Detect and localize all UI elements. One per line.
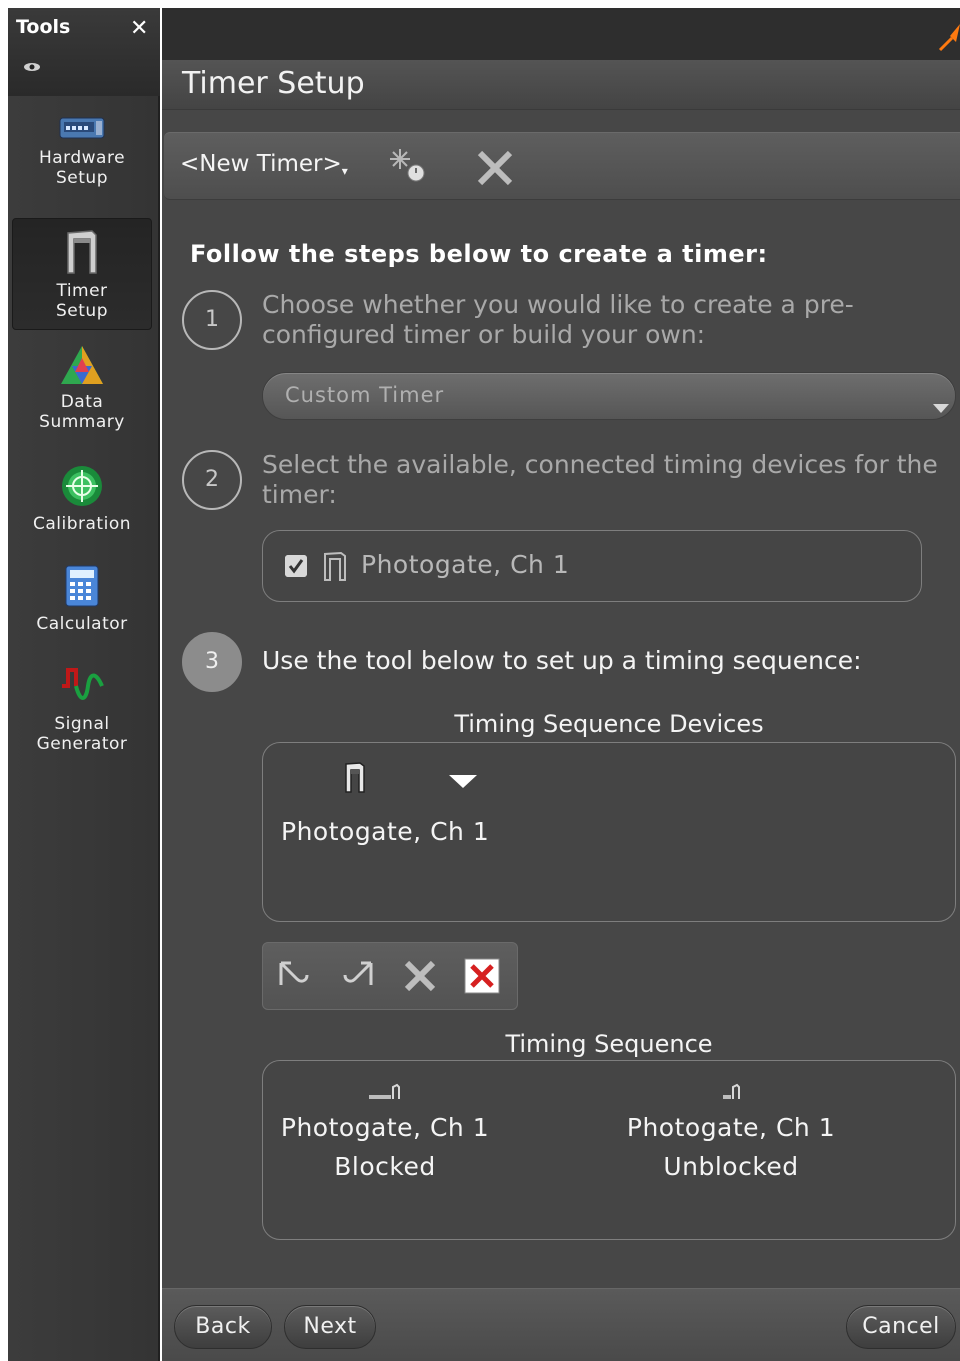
timer-select-dropdown[interactable]: <New Timer>▾ (180, 151, 348, 178)
delete-timer-icon[interactable] (476, 149, 514, 187)
tool-data-summary[interactable]: Data Summary (12, 344, 152, 444)
signal-generator-icon (62, 668, 104, 700)
next-button[interactable]: Next (284, 1305, 376, 1349)
sequence-step[interactable]: Photogate, Ch 1 Blocked (235, 1081, 535, 1181)
tool-label-line: Summary (39, 412, 125, 432)
tool-label-line: Calibration (33, 514, 131, 534)
timer-type-dropdown[interactable]: Custom Timer (262, 372, 956, 420)
hardware-setup-icon (59, 117, 105, 139)
step-3-text: Use the tool below to set up a timing se… (262, 646, 862, 676)
timer-setup-panel: Timer Setup <New Timer>▾ Follow the step… (162, 8, 960, 1361)
undo-icon[interactable] (275, 957, 313, 995)
calibration-icon (62, 466, 102, 506)
sequence-step[interactable]: Photogate, Ch 1 Unblocked (581, 1081, 881, 1181)
title-bar: Timer Setup (162, 60, 960, 110)
photogate-icon (324, 551, 346, 581)
photogate-blocked-icon (369, 1083, 400, 1099)
sidebar-header: Tools ✕ (8, 8, 160, 96)
chevron-down-icon[interactable] (449, 775, 477, 788)
tool-label-line: Generator (36, 734, 128, 754)
panel-top-bar (162, 8, 960, 60)
tools-sidebar: Tools ✕ Hardware Setup Timer Setup Data … (8, 8, 160, 1361)
timer-gate-icon (67, 230, 97, 274)
wizard-footer: Back Next Cancel (162, 1288, 960, 1361)
tool-label-line: Timer (56, 281, 108, 301)
step-3-line: Use the tool below to set up a timing se… (262, 646, 862, 675)
photogate-unblocked-icon (723, 1083, 740, 1099)
photogate-icon[interactable] (343, 761, 367, 793)
timing-sequence-box: Photogate, Ch 1 Blocked Photogate, Ch 1 … (262, 1060, 956, 1240)
step-1-text: Choose whether you would like to create … (262, 290, 854, 350)
sequence-step-device: Photogate, Ch 1 (280, 1113, 490, 1142)
redo-icon[interactable] (339, 957, 377, 995)
device-selection-box: Photogate, Ch 1 (262, 530, 922, 602)
tool-label-line: Data (60, 392, 104, 412)
sequence-step-state: Blocked (334, 1152, 436, 1181)
tool-label-line: Setup (56, 168, 108, 188)
chevron-down-icon (933, 404, 949, 413)
delete-step-icon[interactable] (401, 957, 439, 995)
step-2-line: timer: (262, 480, 337, 509)
data-summary-icon (61, 346, 103, 384)
step-2-text: Select the available, connected timing d… (262, 450, 938, 510)
step-1-line: configured timer or build your own: (262, 320, 706, 349)
tool-label-line: Calculator (36, 614, 128, 634)
tool-calculator[interactable]: Calculator (12, 564, 152, 644)
tool-signal-generator[interactable]: Signal Generator (12, 664, 152, 764)
sequence-step-device: Photogate, Ch 1 (626, 1113, 836, 1142)
timer-toolbar: <New Timer>▾ (164, 132, 960, 200)
sequence-step-state: Unblocked (663, 1152, 799, 1181)
pin-icon[interactable] (938, 22, 960, 52)
step-2-line: Select the available, connected timing d… (262, 450, 938, 479)
sequence-devices-title: Timing Sequence Devices (454, 710, 764, 738)
tool-label-line: Hardware (38, 148, 126, 168)
cancel-button[interactable]: Cancel (846, 1305, 956, 1349)
eye-icon[interactable] (22, 60, 42, 74)
tool-calibration[interactable]: Calibration (12, 464, 152, 544)
sequence-toolbar (262, 942, 518, 1010)
step-3-circle: 3 (182, 632, 242, 692)
timing-sequence-title: Timing Sequence (505, 1030, 713, 1058)
device-checkbox[interactable] (285, 555, 307, 577)
step-2-circle: 2 (182, 450, 242, 510)
sequence-device-name: Photogate, Ch 1 (281, 817, 490, 846)
page-title: Timer Setup (182, 66, 365, 101)
device-label: Photogate, Ch 1 (361, 550, 570, 579)
tool-timer-setup[interactable]: Timer Setup (12, 218, 152, 330)
tool-label-line: Setup (56, 301, 108, 321)
instructions-heading: Follow the steps below to create a timer… (190, 240, 768, 268)
back-button[interactable]: Back (174, 1305, 272, 1349)
sequence-devices-box: Photogate, Ch 1 (262, 742, 956, 922)
tool-hardware-setup[interactable]: Hardware Setup (12, 112, 152, 212)
timer-type-value: Custom Timer (285, 383, 445, 407)
step-1-circle: 1 (182, 290, 242, 350)
new-timer-icon[interactable] (386, 147, 430, 183)
clear-sequence-icon[interactable] (463, 957, 501, 995)
chevron-down-icon: ▾ (341, 164, 348, 178)
tool-label-line: Signal (54, 714, 110, 734)
calculator-icon (65, 565, 99, 607)
sidebar-title: Tools (16, 16, 71, 38)
timer-select-value: <New Timer> (180, 151, 342, 177)
step-1-line: Choose whether you would like to create … (262, 290, 854, 319)
close-icon[interactable]: ✕ (130, 16, 148, 41)
